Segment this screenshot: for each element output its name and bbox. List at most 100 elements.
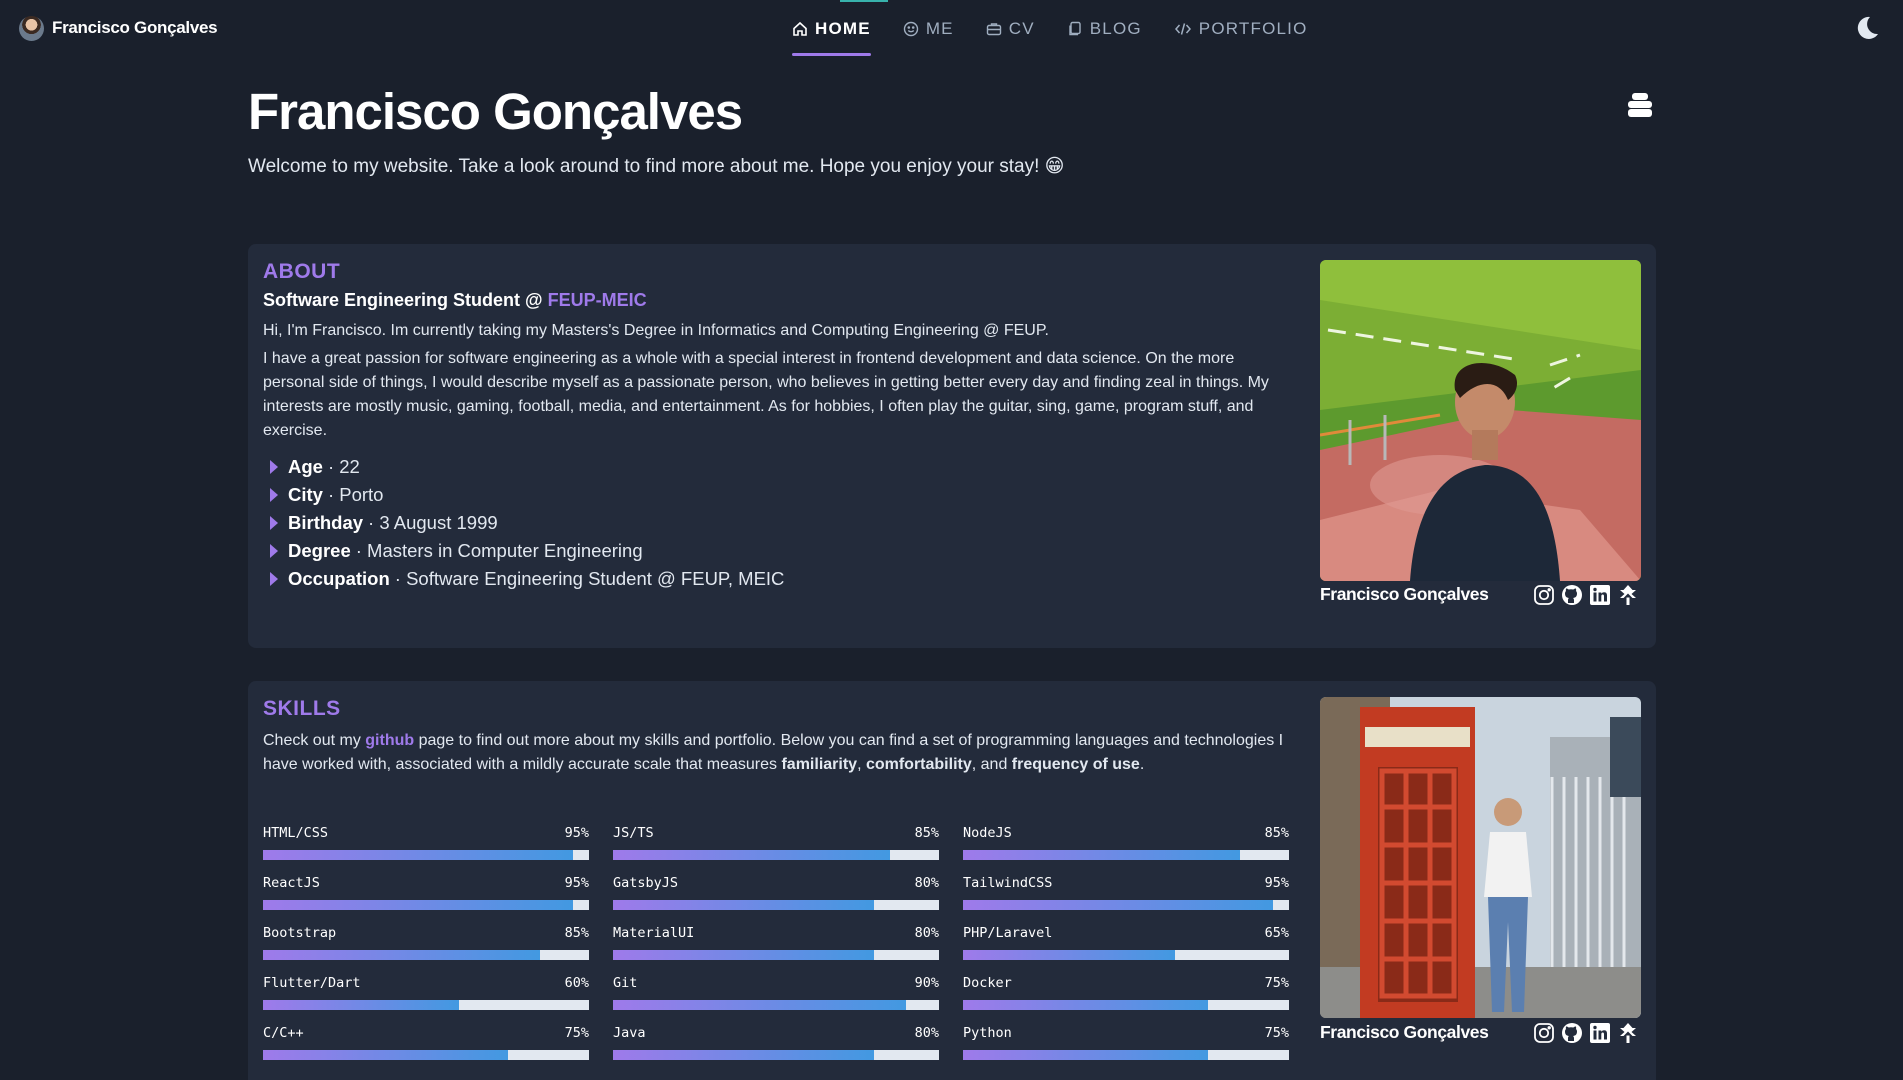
about-description: I have a great passion for software engi… xyxy=(263,350,1269,439)
skill-bar-fill xyxy=(613,950,874,960)
skill-bar-fill xyxy=(963,950,1175,960)
skill-name: Docker xyxy=(963,975,1012,991)
skills-intro-bold: comfortability xyxy=(865,756,972,773)
skill-item: TailwindCSS 95% xyxy=(963,873,1289,910)
about-subtitle: Software Engineering Student @ FEUP-MEIC xyxy=(263,290,1288,311)
fact-city: City · Porto xyxy=(263,481,1288,509)
skill-bar-track xyxy=(263,950,589,960)
skills-card: SKILLS Check out my github page to find … xyxy=(248,681,1656,1080)
page-subtitle: Welcome to my website. Take a look aroun… xyxy=(248,156,1065,177)
skill-bar-track xyxy=(613,850,939,860)
fact-key: Birthday xyxy=(288,512,364,533)
skill-bar-track xyxy=(963,900,1289,910)
skills-grid: HTML/CSS 95% JS/TS 85% NodeJS 85% ReactJS 95% Ga… xyxy=(263,823,1289,1060)
about-card: ABOUT Software Engineering Student @ FEU… xyxy=(248,244,1656,648)
triangle-bullet-icon xyxy=(270,516,278,530)
skill-bar-fill xyxy=(963,850,1241,860)
skill-item: Flutter/Dart 60% xyxy=(263,973,589,1010)
code-icon xyxy=(1174,21,1192,37)
skill-name: NodeJS xyxy=(963,825,1012,841)
triangle-bullet-icon xyxy=(270,460,278,474)
nav-link-label: ME xyxy=(925,19,954,38)
skill-percent: 60% xyxy=(564,975,589,991)
linktree-icon[interactable] xyxy=(1617,584,1639,606)
skill-header: MaterialUI 80% xyxy=(613,923,939,943)
skill-item: NodeJS 85% xyxy=(963,823,1289,860)
nav-link-portfolio[interactable]: PORTFOLIO xyxy=(1158,0,1324,58)
linkedin-icon[interactable] xyxy=(1589,584,1611,606)
about-photo-caption: Francisco Gonçalves xyxy=(1320,584,1489,604)
brand-name: Francisco Gonçalves xyxy=(52,18,218,37)
skill-percent: 65% xyxy=(1264,925,1289,941)
skill-item: GatsbyJS 80% xyxy=(613,873,939,910)
skills-title: SKILLS xyxy=(263,697,341,720)
skill-item: Git 90% xyxy=(613,973,939,1010)
nav-link-me[interactable]: ME xyxy=(887,0,970,58)
feup-meic-link[interactable]: FEUP-MEIC xyxy=(548,290,647,310)
about-intro: Hi, I'm Francisco. Im currently taking m… xyxy=(263,322,1049,339)
skill-header: HTML/CSS 95% xyxy=(263,823,589,843)
skills-intro-text: Check out my xyxy=(263,732,366,749)
instagram-icon[interactable] xyxy=(1533,1022,1555,1044)
skill-bar-track xyxy=(613,1000,939,1010)
github-icon[interactable] xyxy=(1561,1022,1583,1044)
linktree-icon[interactable] xyxy=(1617,1022,1639,1044)
skill-name: Java xyxy=(613,1025,646,1041)
skill-bar-fill xyxy=(263,1050,508,1060)
skill-bar-track xyxy=(963,1000,1289,1010)
triangle-bullet-icon xyxy=(270,544,278,558)
fact-value: · Software Engineering Student @ FEUP, M… xyxy=(394,568,785,589)
skill-item: Python 75% xyxy=(963,1023,1289,1060)
nav-link-blog[interactable]: BLOG xyxy=(1051,0,1158,58)
skill-header: Bootstrap 85% xyxy=(263,923,589,943)
fact-key: Age xyxy=(288,456,323,477)
skill-bar-fill xyxy=(613,900,874,910)
about-title: ABOUT xyxy=(263,260,341,283)
skills-intro-text: , and xyxy=(971,756,1012,773)
about-social-links xyxy=(1533,584,1639,606)
skill-percent: 90% xyxy=(914,975,939,991)
skill-bar-track xyxy=(263,850,589,860)
skill-header: JS/TS 85% xyxy=(613,823,939,843)
fact-occupation: Occupation · Software Engineering Student… xyxy=(263,565,1288,593)
brand-link[interactable]: Francisco Gonçalves xyxy=(19,15,218,41)
nav-link-home[interactable]: HOME xyxy=(776,0,887,58)
fact-age: Age · 22 xyxy=(263,453,1288,481)
skill-item: Java 80% xyxy=(613,1023,939,1060)
moon-icon[interactable] xyxy=(1853,14,1881,42)
about-content: ABOUT Software Engineering Student @ FEU… xyxy=(263,260,1288,593)
github-icon[interactable] xyxy=(1561,584,1583,606)
skill-item: C/C++ 75% xyxy=(263,1023,589,1060)
skill-header: Flutter/Dart 60% xyxy=(263,973,589,993)
nav-link-cv[interactable]: CV xyxy=(970,0,1051,58)
skill-item: MaterialUI 80% xyxy=(613,923,939,960)
skill-bar-track xyxy=(963,950,1289,960)
linkedin-icon[interactable] xyxy=(1589,1022,1611,1044)
skill-name: C/C++ xyxy=(263,1025,304,1041)
instagram-icon[interactable] xyxy=(1533,584,1555,606)
skill-bar-track xyxy=(963,1050,1289,1060)
stack-icon[interactable] xyxy=(1625,92,1655,118)
github-link[interactable]: github xyxy=(365,732,414,749)
about-subtitle-prefix: Software Engineering Student @ xyxy=(263,290,548,310)
skill-percent: 80% xyxy=(914,925,939,941)
skill-name: HTML/CSS xyxy=(263,825,329,841)
skill-header: Python 75% xyxy=(963,1023,1289,1043)
skill-header: ReactJS 95% xyxy=(263,873,589,893)
skill-percent: 95% xyxy=(1264,875,1289,891)
skills-content: SKILLS Check out my github page to find … xyxy=(263,697,1288,777)
skill-item: JS/TS 85% xyxy=(613,823,939,860)
skill-name: MaterialUI xyxy=(613,925,695,941)
skill-item: Docker 75% xyxy=(963,973,1289,1010)
briefcase-icon xyxy=(986,21,1002,37)
skill-item: PHP/Laravel 65% xyxy=(963,923,1289,960)
skills-photo-caption: Francisco Gonçalves xyxy=(1320,1022,1489,1042)
skill-bar-fill xyxy=(263,900,573,910)
skill-percent: 80% xyxy=(914,1025,939,1041)
skill-percent: 95% xyxy=(564,825,589,841)
skill-item: HTML/CSS 95% xyxy=(263,823,589,860)
skill-bar-fill xyxy=(613,850,891,860)
skill-bar-track xyxy=(613,900,939,910)
fact-value: · 22 xyxy=(327,456,360,477)
nav-link-label: HOME xyxy=(815,19,871,38)
